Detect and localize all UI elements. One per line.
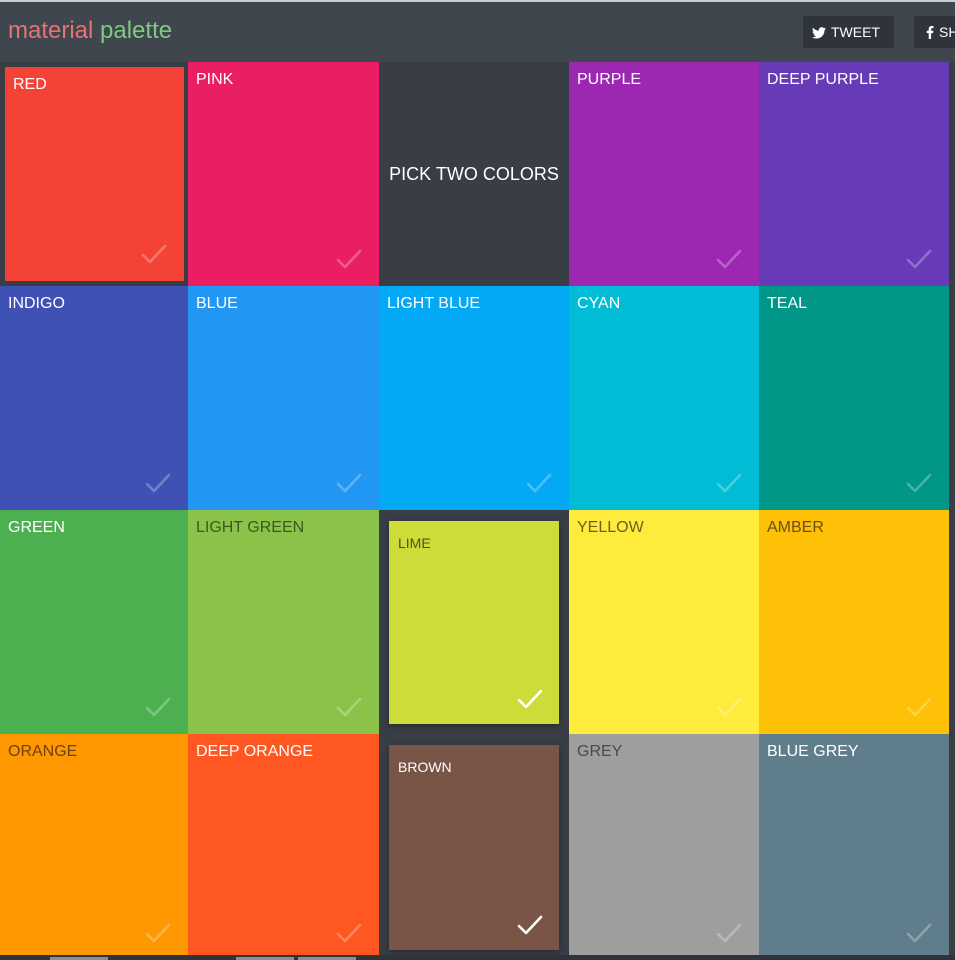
checkmark-icon bbox=[906, 697, 932, 717]
color-tile-blue[interactable]: BLUE bbox=[188, 286, 379, 510]
color-tile-purple[interactable]: PURPLE bbox=[569, 62, 759, 286]
checkmark-icon bbox=[336, 697, 362, 717]
app-logo[interactable]: material palette bbox=[8, 17, 172, 45]
checkmark-icon bbox=[716, 697, 742, 717]
tweet-label: TWEET bbox=[831, 24, 880, 40]
color-tile-label: AMBER bbox=[767, 519, 824, 536]
color-tile-label: TEAL bbox=[767, 295, 808, 312]
bottom-strip bbox=[0, 955, 955, 960]
color-tile-label: YELLOW bbox=[577, 519, 644, 536]
color-tile-label: BLUE GREY bbox=[767, 743, 859, 760]
color-tile-light-green[interactable]: LIGHT GREEN bbox=[188, 510, 379, 734]
checkmark-icon bbox=[517, 915, 543, 935]
color-tile-teal[interactable]: TEAL bbox=[759, 286, 949, 510]
color-tile-light-blue[interactable]: LIGHT BLUE bbox=[379, 286, 569, 510]
color-tile-label: BROWN bbox=[398, 759, 452, 775]
color-tile-label: ORANGE bbox=[8, 743, 78, 760]
checkmark-icon bbox=[526, 473, 552, 493]
color-tile-red[interactable]: RED bbox=[5, 67, 184, 281]
share-label: SH bbox=[939, 24, 955, 40]
checkmark-icon bbox=[145, 473, 171, 493]
color-tile-label: CYAN bbox=[577, 295, 621, 312]
color-tile-label: RED bbox=[13, 76, 47, 93]
checkmark-icon bbox=[336, 923, 362, 943]
checkmark-icon bbox=[517, 689, 543, 709]
twitter-bird-icon bbox=[812, 27, 826, 39]
color-tile-grey[interactable]: GREY bbox=[569, 734, 759, 960]
color-tile-orange[interactable]: ORANGE bbox=[0, 734, 188, 960]
color-tile-green[interactable]: GREEN bbox=[0, 510, 188, 734]
checkmark-icon bbox=[716, 923, 742, 943]
color-tile-label: INDIGO bbox=[8, 295, 65, 312]
checkmark-icon bbox=[906, 923, 932, 943]
pick-two-colors-heading: PICK TWO COLORS bbox=[389, 163, 559, 184]
color-tile-indigo[interactable]: INDIGO bbox=[0, 286, 188, 510]
top-bar: material palette TWEET SH bbox=[0, 0, 955, 62]
checkmark-icon bbox=[336, 473, 362, 493]
color-tile-label: LIME bbox=[398, 535, 431, 551]
color-tile-deep-orange[interactable]: DEEP ORANGE bbox=[188, 734, 379, 960]
color-tile-lime[interactable]: LIME bbox=[389, 521, 559, 724]
checkmark-icon bbox=[906, 249, 932, 269]
color-tile-pink[interactable]: PINK bbox=[188, 62, 379, 286]
checkmark-icon bbox=[716, 473, 742, 493]
tweet-button[interactable]: TWEET bbox=[803, 16, 894, 48]
color-tile-label: GREEN bbox=[8, 519, 65, 536]
checkmark-icon bbox=[145, 697, 171, 717]
color-tile-deep-purple[interactable]: DEEP PURPLE bbox=[759, 62, 949, 286]
color-tile-label: DEEP ORANGE bbox=[196, 743, 314, 760]
color-tile-brown[interactable]: BROWN bbox=[389, 745, 559, 950]
logo-word-material: material bbox=[8, 17, 94, 44]
logo-word-palette: palette bbox=[100, 17, 173, 44]
color-tile-amber[interactable]: AMBER bbox=[759, 510, 949, 734]
checkmark-icon bbox=[141, 244, 167, 264]
color-tile-label: PURPLE bbox=[577, 71, 642, 88]
color-tile-label: LIGHT BLUE bbox=[387, 295, 481, 312]
color-tile-yellow[interactable]: YELLOW bbox=[569, 510, 759, 734]
color-grid: PICK TWO COLORS RED PINK PURPLE DEEP PURPLE… bbox=[0, 62, 955, 960]
facebook-share-button[interactable]: SH bbox=[914, 16, 955, 48]
color-tile-cyan[interactable]: CYAN bbox=[569, 286, 759, 510]
facebook-icon bbox=[926, 26, 934, 39]
color-tile-label: PINK bbox=[196, 71, 234, 88]
color-tile-blue-grey[interactable]: BLUE GREY bbox=[759, 734, 949, 960]
color-tile-label: LIGHT GREEN bbox=[196, 519, 305, 536]
checkmark-icon bbox=[906, 473, 932, 493]
checkmark-icon bbox=[716, 249, 742, 269]
color-tile-label: DEEP PURPLE bbox=[767, 71, 879, 88]
pick-two-colors-panel: PICK TWO COLORS bbox=[379, 62, 569, 286]
color-tile-label: GREY bbox=[577, 743, 623, 760]
color-tile-label: BLUE bbox=[196, 295, 238, 312]
checkmark-icon bbox=[145, 923, 171, 943]
checkmark-icon bbox=[336, 249, 362, 269]
